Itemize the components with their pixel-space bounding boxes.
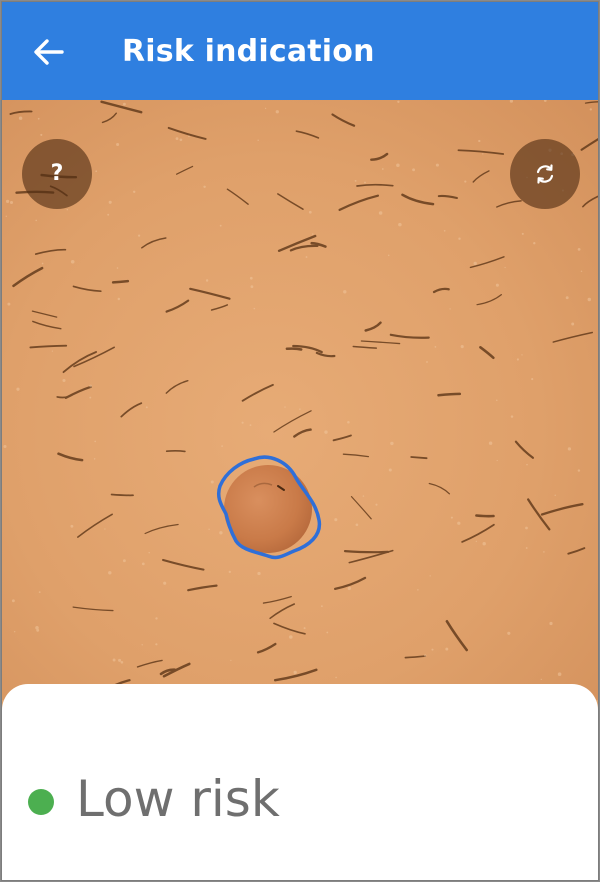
refresh-icon — [536, 164, 554, 184]
risk-status-dot — [28, 789, 54, 815]
risk-label: Low risk — [76, 770, 280, 828]
help-button[interactable]: ? — [22, 139, 92, 209]
refresh-button[interactable] — [510, 139, 580, 209]
back-button[interactable] — [26, 32, 72, 72]
app-bar: Risk indication — [2, 2, 598, 100]
question-mark-icon: ? — [50, 161, 64, 186]
arrow-left-icon — [34, 39, 64, 65]
skin-photo — [2, 100, 598, 700]
result-sheet: Low risk — [2, 684, 598, 880]
page-title: Risk indication — [122, 34, 375, 69]
app-screen: Risk indication ? Low risk — [1, 1, 599, 881]
